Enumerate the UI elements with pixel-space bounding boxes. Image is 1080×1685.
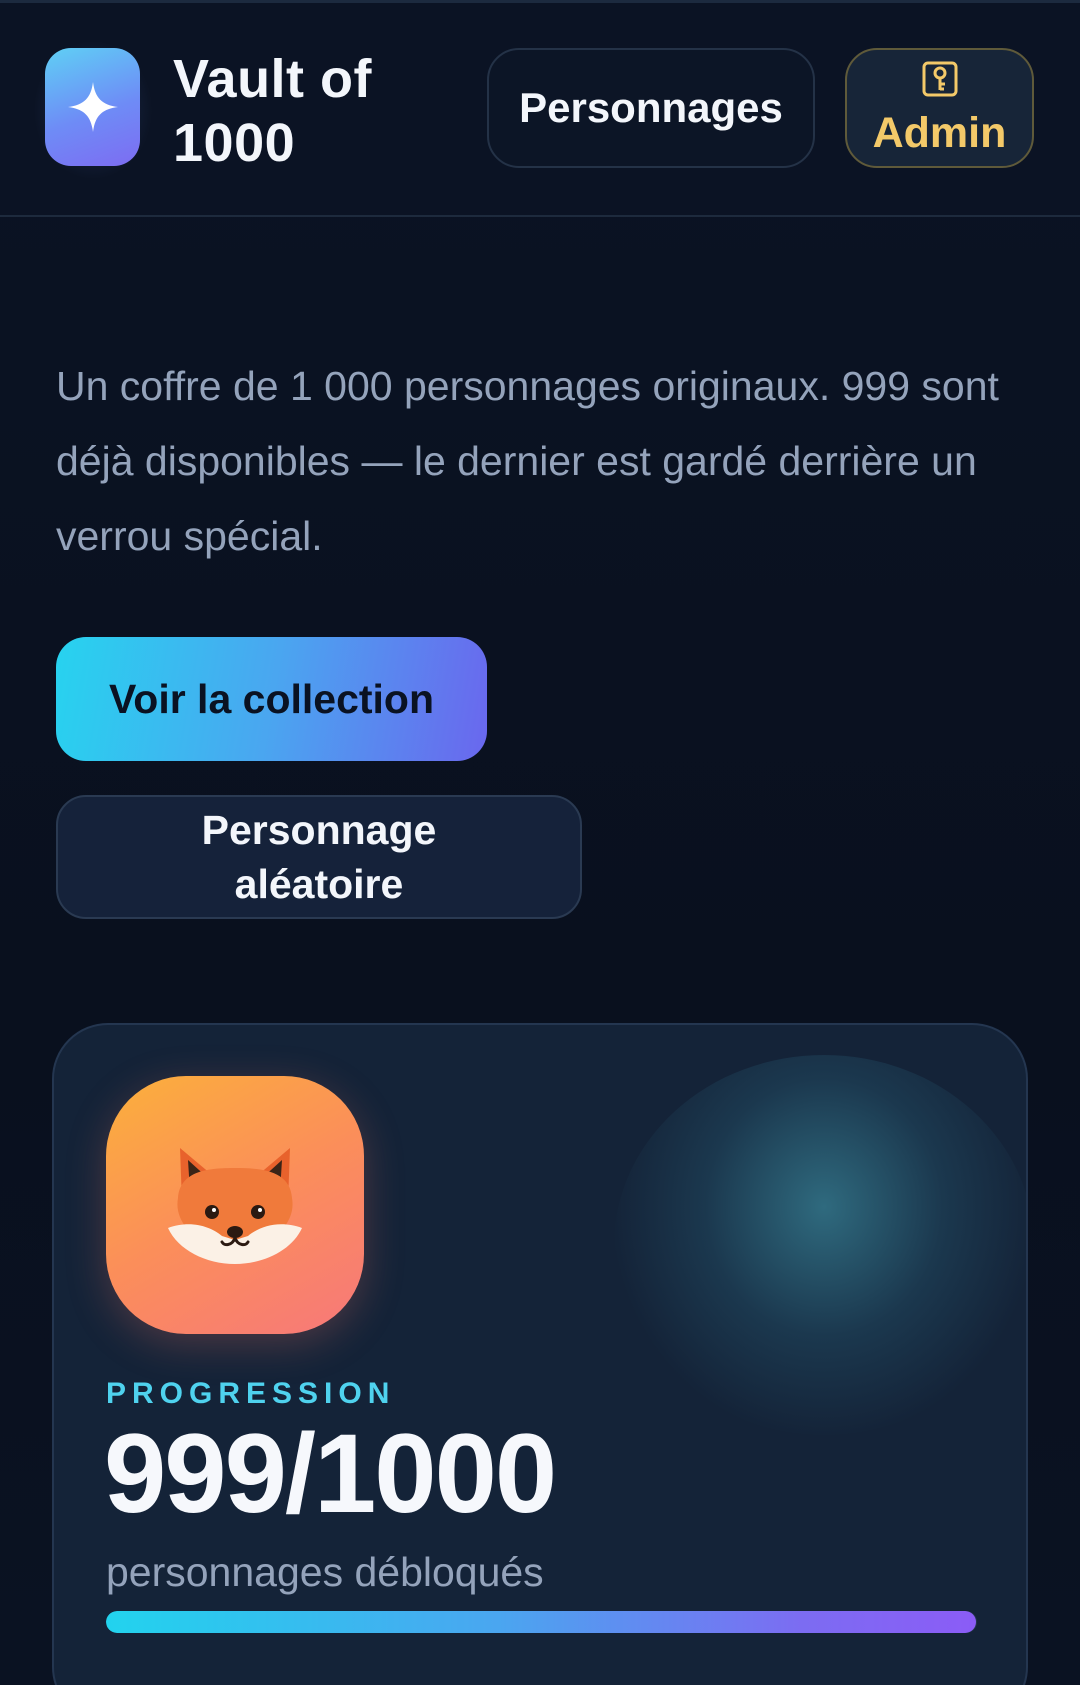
progress-card: PROGRESSION 999/1000 personnages débloqu… bbox=[52, 1023, 1028, 1685]
progress-label: PROGRESSION bbox=[106, 1377, 396, 1410]
logo[interactable] bbox=[33, 40, 153, 180]
view-collection-label: Voir la collection bbox=[108, 675, 435, 722]
sparkle-icon bbox=[45, 48, 140, 166]
progress-bar bbox=[106, 1611, 977, 1633]
fox-avatar bbox=[106, 1076, 364, 1334]
progress-caption: personnages débloqués bbox=[106, 1549, 544, 1595]
brand-title: Vault of 1000 bbox=[173, 49, 373, 173]
fox-icon bbox=[168, 1148, 302, 1264]
progress-value: 999/1000 bbox=[104, 1411, 557, 1536]
intro-text: Un coffre de 1 000 personnages originaux… bbox=[56, 363, 999, 559]
random-character-label: Personnage aléatoire bbox=[201, 807, 437, 907]
random-character-button[interactable]: Personnage aléatoire bbox=[56, 795, 582, 919]
progress-bar-fill bbox=[106, 1611, 977, 1633]
characters-nav-button[interactable]: Personnages bbox=[487, 48, 815, 168]
admin-nav-button[interactable]: Admin bbox=[845, 48, 1034, 168]
view-collection-button[interactable]: Voir la collection bbox=[56, 637, 487, 761]
page: Vault of 1000 Personnages Admin Un coffr… bbox=[0, 0, 1080, 1685]
app-header: Vault of 1000 Personnages Admin bbox=[0, 3, 1080, 217]
key-icon bbox=[922, 60, 958, 106]
admin-nav-label: Admin bbox=[872, 109, 1007, 157]
card-glow bbox=[614, 1055, 1026, 1435]
characters-nav-label: Personnages bbox=[519, 84, 783, 131]
